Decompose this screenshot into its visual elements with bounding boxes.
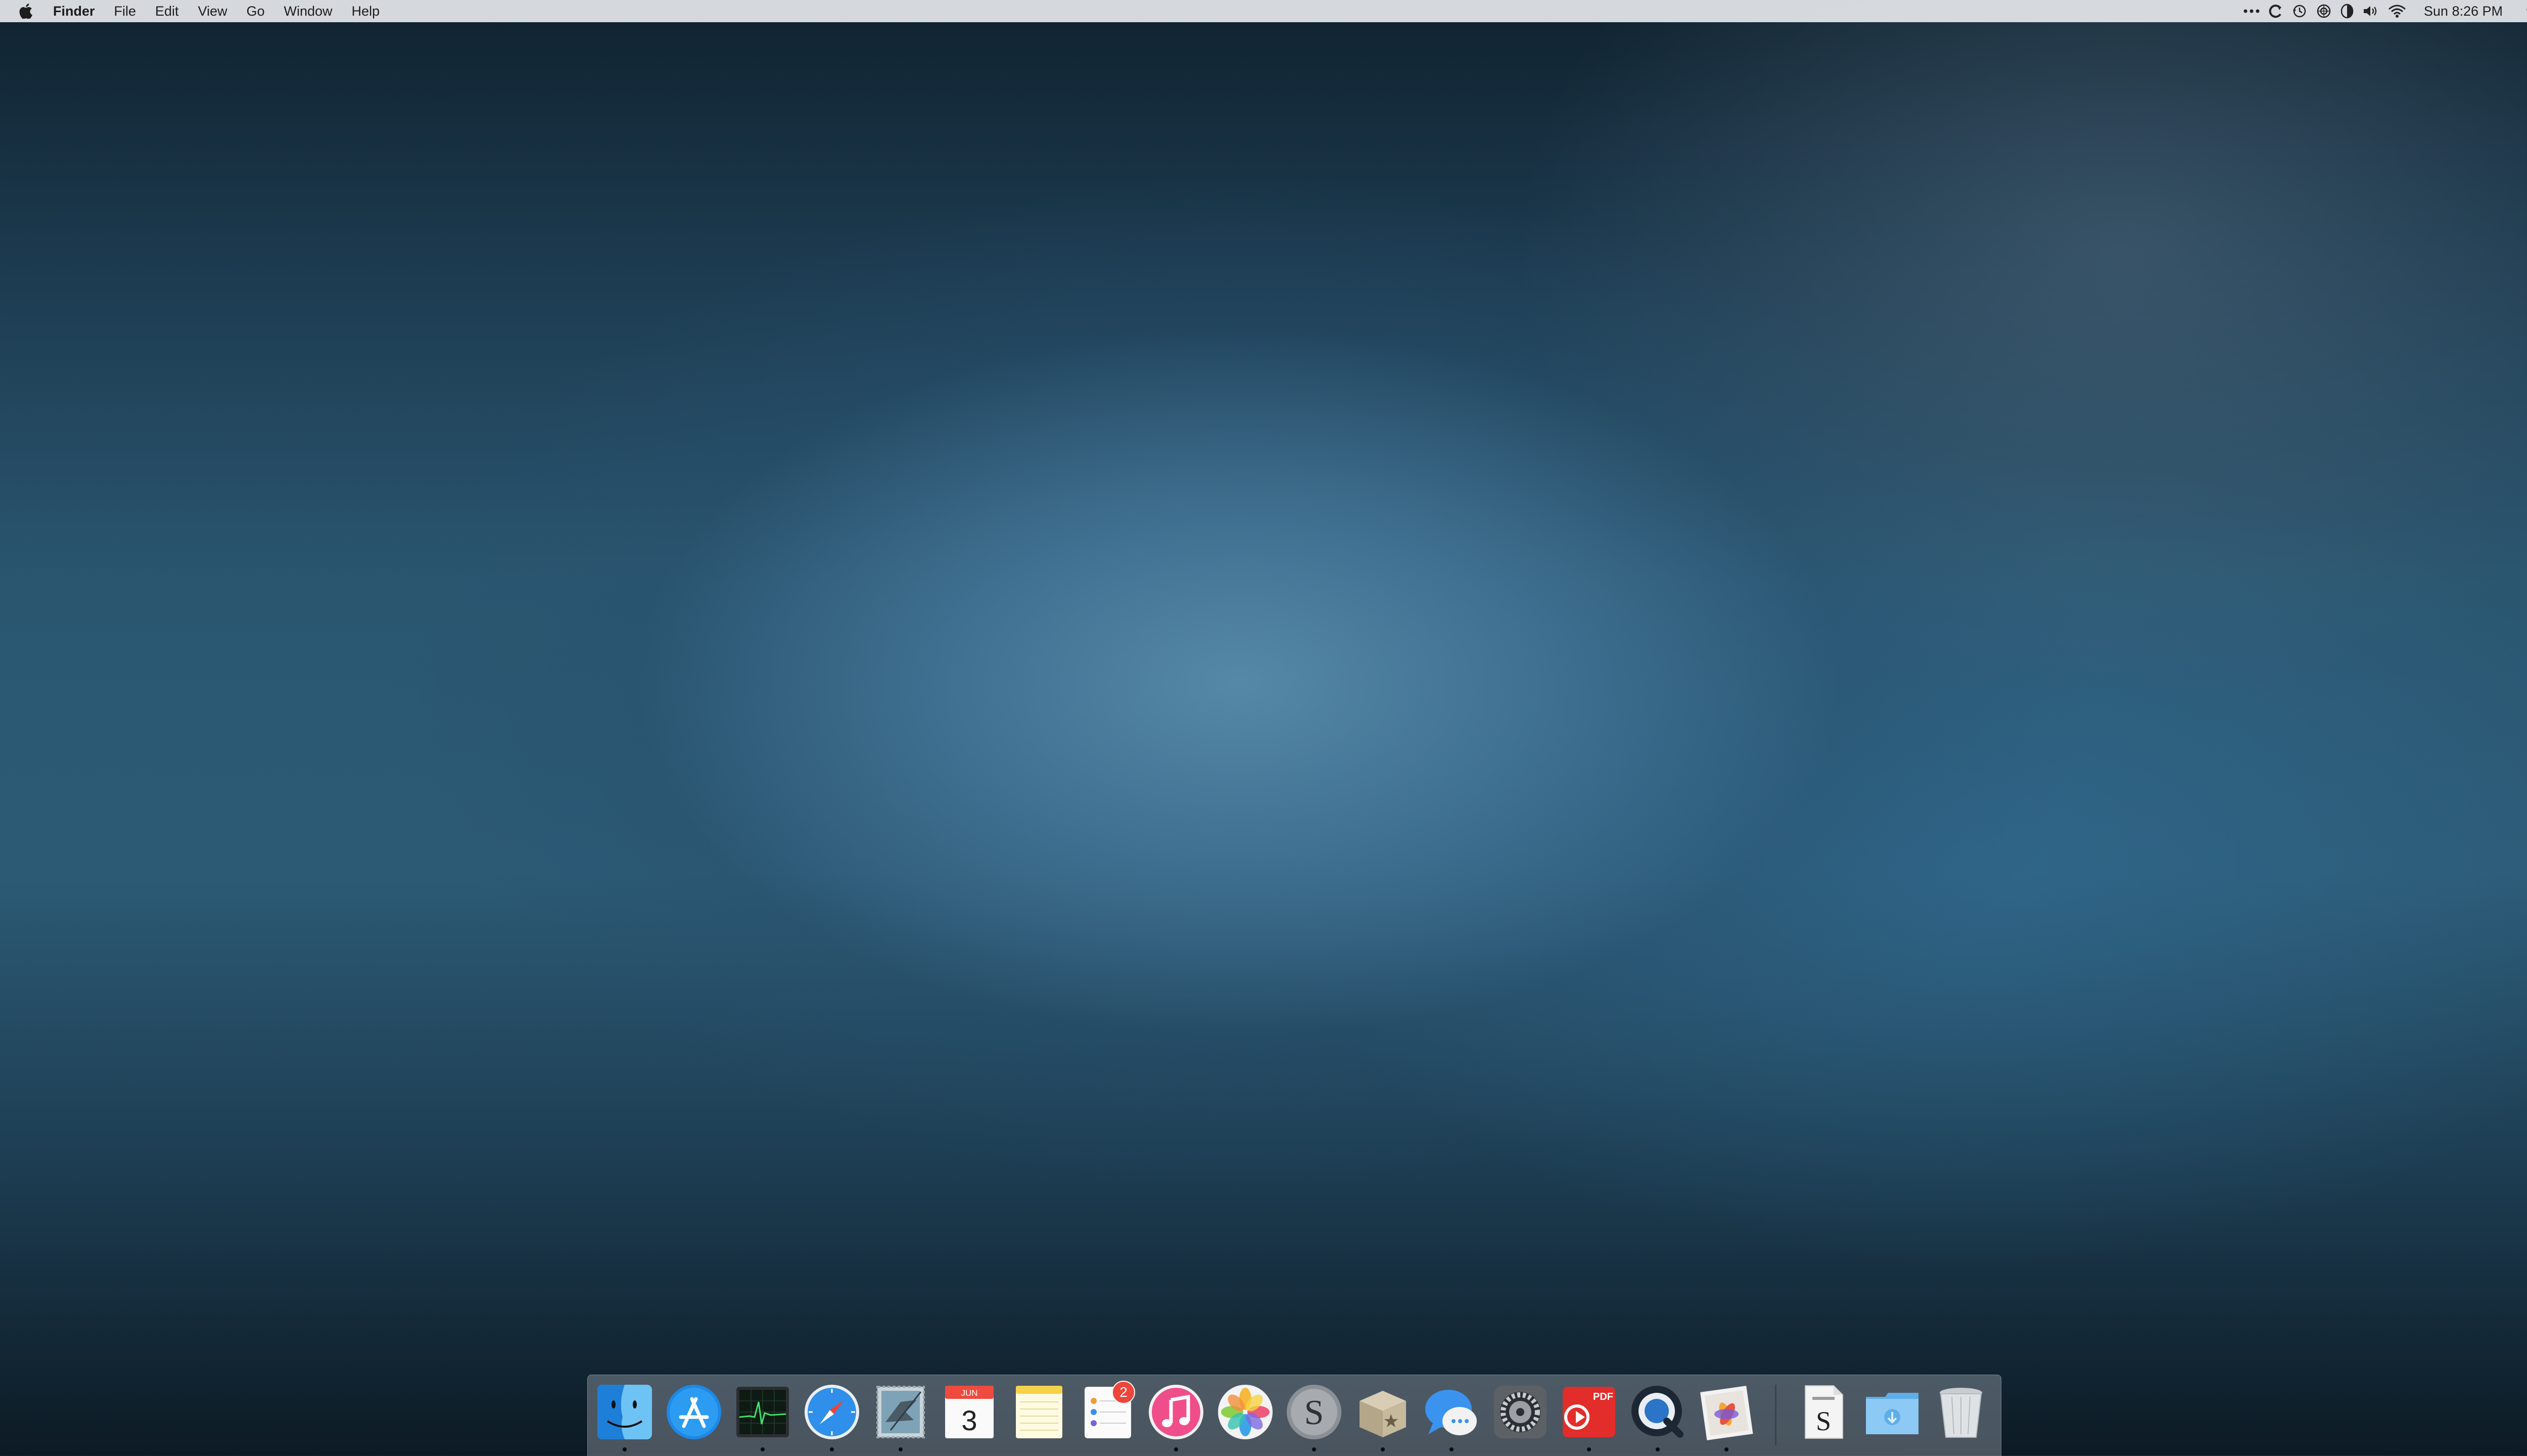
dock-finder[interactable] [594,1382,655,1442]
pdf-icon: PDF [1563,1387,1615,1437]
mail-stamp-icon [876,1386,925,1438]
calendar-day: 3 [961,1404,977,1436]
dock-preview[interactable] [1696,1382,1757,1442]
vpn-status-item[interactable] [2312,0,2336,22]
svg-text:S: S [1816,1406,1831,1436]
vpn-icon [2317,4,2331,18]
finder-icon [597,1385,652,1439]
notes-icon [1016,1386,1062,1438]
menu-edit[interactable]: Edit [146,0,189,22]
dock-itunes[interactable] [1146,1382,1206,1442]
reminders-badge: 2 [1112,1381,1135,1404]
calendar-icon: JUN 3 [945,1386,994,1438]
menu-view[interactable]: View [189,0,237,22]
dock-archive-utility[interactable] [1352,1382,1413,1442]
volume-status-item[interactable] [2358,0,2383,22]
menu-file[interactable]: File [105,0,146,22]
menu-window[interactable]: Window [274,0,342,22]
status-area: Sun 8:26 PM [2239,0,2527,22]
refresh-icon [2269,5,2281,18]
night-shift-icon [2341,4,2354,19]
photos-flower-icon [1218,1385,1273,1439]
dock-separator [1775,1385,1776,1445]
gear-icon [1494,1386,1547,1438]
dock-scrivener-document[interactable]: S [1793,1382,1854,1442]
itunes-music-note-icon [1149,1385,1203,1439]
dock-activity-monitor[interactable] [732,1382,793,1442]
running-indicator [1724,1447,1728,1451]
svg-text:S: S [1304,1393,1324,1432]
running-indicator [1449,1447,1454,1451]
menu-finder[interactable]: Finder [43,0,105,22]
running-indicator [899,1447,903,1451]
running-indicator [1381,1447,1385,1451]
downloads-folder-icon [1866,1393,1918,1434]
dock-messages[interactable] [1421,1382,1482,1442]
running-indicator [1312,1447,1316,1451]
dock-photos[interactable] [1215,1382,1276,1442]
dock-downloads[interactable] [1862,1382,1923,1442]
apple-logo-icon [19,4,32,19]
clock[interactable]: Sun 8:26 PM [2411,0,2518,22]
calendar-month: JUN [961,1388,977,1398]
document-icon: S [1805,1385,1843,1439]
safari-compass-icon [805,1385,859,1439]
dock-safari[interactable] [802,1382,862,1442]
running-indicator [761,1447,765,1451]
more-status-item[interactable] [2239,0,2264,22]
quicktime-icon [1631,1386,1683,1438]
refresh-status-item[interactable] [2264,0,2287,22]
dock-scrivener[interactable]: S [1284,1382,1344,1442]
dock-calendar[interactable]: JUN 3 [939,1382,1000,1442]
pdf-label: PDF [1593,1391,1613,1402]
archive-box-icon [1360,1391,1406,1437]
scrivener-icon: S [1287,1385,1341,1439]
menu-bar: Finder File Edit View Go Window Help Sun… [0,0,2527,22]
app-store-icon [667,1385,721,1439]
wifi-status-item[interactable] [2383,0,2411,22]
menu-go[interactable]: Go [237,0,274,22]
night-shift-status-item[interactable] [2336,0,2358,22]
running-indicator [1656,1447,1660,1451]
dock-mail[interactable] [870,1382,931,1442]
time-machine-status-item[interactable] [2287,0,2312,22]
running-indicator [1587,1447,1591,1451]
wifi-icon [2388,5,2406,18]
time-machine-icon [2292,5,2306,18]
dock-pdf-reader[interactable]: PDF [1559,1382,1619,1442]
spotlight-status-item[interactable] [2518,0,2527,22]
menu-help[interactable]: Help [342,0,390,22]
running-indicator [623,1447,627,1451]
trash-icon [1940,1388,1982,1438]
dock-quicktime[interactable] [1627,1382,1688,1442]
messages-bubble-icon [1425,1390,1477,1435]
activity-monitor-icon [736,1387,789,1437]
apple-menu[interactable] [0,0,43,22]
dock-system-preferences[interactable] [1490,1382,1551,1442]
dock-notes[interactable] [1009,1382,1069,1442]
volume-icon [2363,6,2377,16]
dock-trash[interactable] [1931,1382,1991,1442]
preview-photo-icon [1700,1386,1753,1440]
more-icon [2243,9,2260,13]
running-indicator [1174,1447,1178,1451]
dock-app-store[interactable] [664,1382,724,1442]
running-indicator [830,1447,834,1451]
